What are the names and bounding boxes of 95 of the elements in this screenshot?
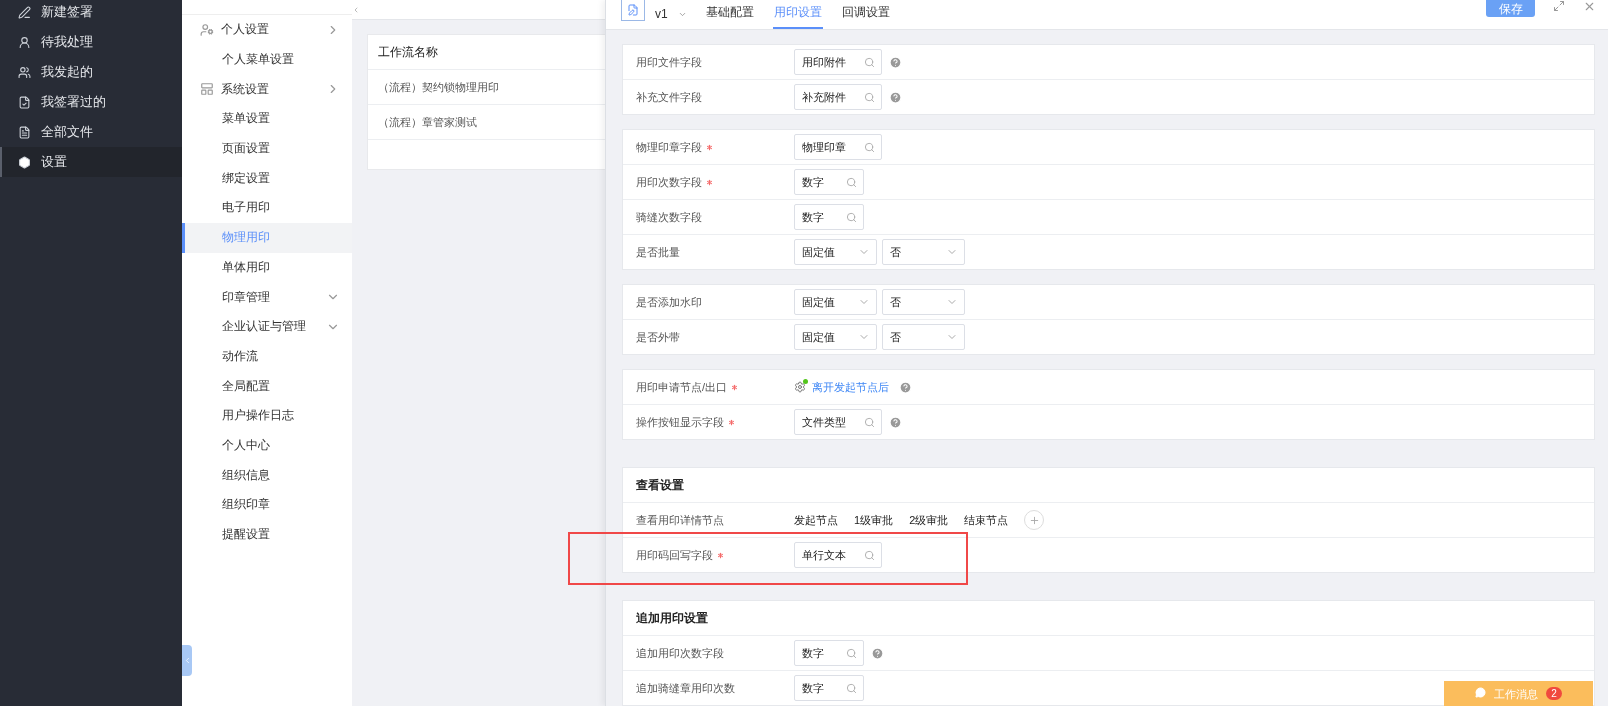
menu-item[interactable]: 个人中心 [182, 430, 352, 461]
work-message-button[interactable]: 工作消息 2 [1444, 681, 1593, 706]
select-field[interactable]: 否 [882, 324, 965, 350]
sidebar-item[interactable]: 全部文件 [0, 117, 182, 147]
search-icon [864, 141, 875, 153]
select-field[interactable]: 固定值 [794, 289, 877, 315]
field-label: 物理印章字段 [636, 139, 702, 155]
menu-item[interactable]: 菜单设置 [182, 104, 352, 134]
node-link[interactable]: 离开发起节点后 [812, 379, 889, 395]
field-label: 是否添加水印 [636, 294, 702, 310]
sidebar-icon [18, 155, 31, 169]
search-icon [864, 416, 875, 428]
lookup-field[interactable]: 文件类型 [794, 409, 882, 435]
close-icon[interactable] [1583, 0, 1596, 13]
menu-item[interactable]: 全局配置 [182, 371, 352, 401]
node-tag: 发起节点 [794, 512, 838, 528]
menu-item[interactable]: 电子用印 [182, 193, 352, 223]
field-label: 是否批量 [636, 244, 680, 260]
node-tag: 1级审批 [854, 512, 894, 528]
search-icon [864, 91, 875, 103]
sidebar-icon [18, 35, 31, 49]
menu-item[interactable]: 动作流 [182, 341, 352, 372]
sidebar-icon [18, 65, 31, 79]
node-tag: 2级审批 [909, 512, 949, 528]
help-icon[interactable] [899, 380, 912, 394]
menu-item[interactable]: 企业认证与管理 [182, 311, 352, 342]
search-icon [864, 549, 875, 561]
field-label: 补充文件字段 [636, 89, 702, 105]
plus-icon [1028, 514, 1040, 526]
menu-item[interactable]: 组织印章 [182, 490, 352, 520]
menu-item[interactable]: 提醒设置 [182, 519, 352, 550]
caret-icon[interactable] [677, 10, 687, 19]
menu-item[interactable]: 印章管理 [182, 282, 352, 312]
lookup-field[interactable]: 用印附件 [794, 49, 882, 75]
menu-item[interactable]: 页面设置 [182, 133, 352, 164]
help-icon[interactable] [889, 90, 902, 104]
select-field[interactable]: 否 [882, 239, 965, 265]
tab[interactable]: 基础配置 [704, 4, 755, 29]
menu-item[interactable]: 个人设置 [182, 15, 352, 45]
sidebar-icon [18, 95, 31, 109]
version-label: v1 [655, 7, 668, 23]
help-icon[interactable] [871, 646, 884, 660]
field-label: 操作按钮显示字段 [636, 414, 724, 430]
menu-item[interactable]: 单体用印 [182, 252, 352, 283]
sidebar-icon [18, 5, 31, 19]
search-icon [864, 56, 875, 68]
field-label: 用印文件字段 [636, 54, 702, 70]
sidebar-item[interactable]: 待我处理 [0, 27, 182, 57]
user-settings-icon [200, 22, 214, 37]
count-badge: 2 [1546, 687, 1562, 700]
help-icon[interactable] [889, 55, 902, 69]
search-icon [846, 176, 857, 188]
field-label: 用印次数字段 [636, 174, 702, 190]
field-label: 查看用印详情节点 [636, 512, 724, 528]
lookup-field[interactable]: 数字 [794, 675, 864, 701]
field-label: 骑缝次数字段 [636, 209, 702, 225]
lookup-field[interactable]: 物理印章 [794, 134, 882, 160]
select-field[interactable]: 否 [882, 289, 965, 315]
menu-item[interactable]: 组织信息 [182, 460, 352, 490]
collapse-handle[interactable] [182, 645, 192, 676]
sidebar-item[interactable]: 我签署过的 [0, 87, 182, 117]
lookup-field[interactable]: 补充附件 [794, 84, 882, 110]
help-icon[interactable] [889, 415, 902, 429]
sidebar-item[interactable]: 新建签署 [0, 0, 182, 27]
menu-item[interactable]: 用户操作日志 [182, 400, 352, 431]
field-label: 是否外带 [636, 329, 680, 345]
sidebar-icon [18, 125, 31, 139]
menu-item[interactable]: 绑定设置 [182, 163, 352, 194]
document-icon [621, 0, 645, 21]
field-label: 用印申请节点/出口 [636, 379, 728, 395]
panel-icon [200, 82, 214, 97]
menu-item[interactable]: 个人菜单设置 [182, 44, 352, 75]
card-title: 查看设置 [623, 468, 1594, 503]
field-label: 追加用印次数字段 [636, 645, 724, 661]
card-title: 追加用印设置 [623, 601, 1594, 636]
search-icon [846, 682, 857, 694]
lookup-field[interactable]: 数字 [794, 204, 864, 230]
select-field[interactable]: 固定值 [794, 324, 877, 350]
field-label: 追加骑缝章用印次数 [636, 680, 735, 696]
expand-icon[interactable] [1553, 0, 1565, 12]
lookup-field[interactable]: 数字 [794, 640, 864, 666]
add-button[interactable] [1024, 510, 1045, 530]
sidebar-item[interactable]: 设置 [0, 147, 182, 177]
select-field[interactable]: 固定值 [794, 239, 877, 265]
search-icon [846, 211, 857, 223]
field-label: 用印码回写字段 [636, 547, 713, 563]
lookup-field[interactable]: 单行文本 [794, 542, 882, 568]
sidebar-item[interactable]: 我发起的 [0, 57, 182, 87]
gear-icon [794, 381, 806, 393]
tab[interactable]: 回调设置 [840, 4, 891, 29]
chat-icon [1475, 687, 1487, 698]
lookup-field[interactable]: 数字 [794, 169, 864, 195]
search-icon [846, 647, 857, 659]
node-tag: 结束节点 [964, 512, 1009, 528]
menu-item[interactable]: 系统设置 [182, 74, 352, 105]
